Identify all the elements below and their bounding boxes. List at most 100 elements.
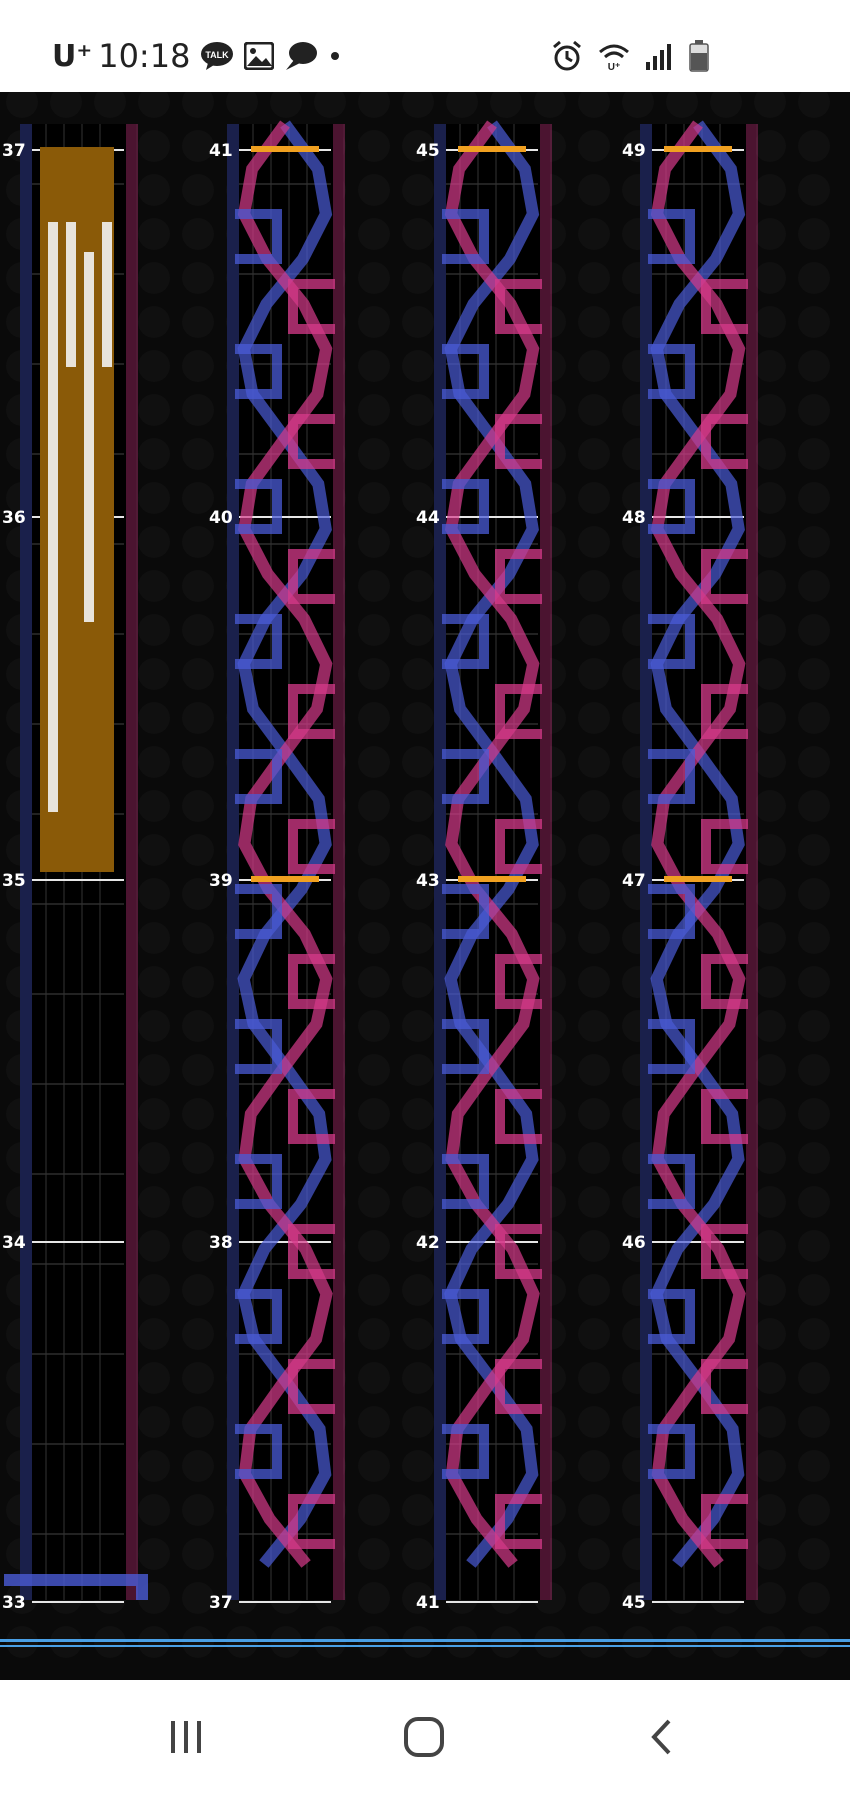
recent-apps-button[interactable]: [141, 1702, 231, 1772]
accent-marker: [251, 146, 319, 152]
bg-hex: [182, 350, 214, 382]
bg-hex: [138, 1318, 170, 1350]
bg-hex: [578, 1010, 610, 1042]
bg-hex: [578, 1362, 610, 1394]
bg-hex: [798, 174, 830, 206]
bg-hex: [138, 1098, 170, 1130]
bg-hex: [138, 746, 170, 778]
bg-hex: [402, 526, 434, 558]
bg-hex: [138, 92, 170, 118]
svg-text:TALK: TALK: [206, 50, 230, 60]
bg-hex: [94, 92, 126, 118]
bg-hex: [754, 1230, 786, 1262]
back-button[interactable]: [617, 1702, 707, 1772]
navigation-bar: [0, 1680, 850, 1795]
battery-icon: [688, 40, 710, 72]
bg-hex: [402, 1362, 434, 1394]
bg-hex: [358, 1186, 390, 1218]
home-button[interactable]: [379, 1702, 469, 1772]
bg-hex: [182, 1538, 214, 1570]
bg-hex: [754, 1318, 786, 1350]
bg-hex: [138, 570, 170, 602]
bg-hex: [138, 1054, 170, 1086]
bg-hex: [798, 1230, 830, 1262]
bg-hex: [182, 1318, 214, 1350]
bg-hex: [182, 658, 214, 690]
bg-hex: [578, 1582, 610, 1614]
bg-hex: [578, 1274, 610, 1306]
bg-hex: [358, 350, 390, 382]
carrier-label: U⁺: [52, 38, 93, 74]
home-icon: [404, 1717, 444, 1757]
bg-hex: [754, 1274, 786, 1306]
bg-hex: [358, 1098, 390, 1130]
bg-hex: [402, 790, 434, 822]
bg-hex: [138, 306, 170, 338]
bg-hex: [798, 790, 830, 822]
bg-hex: [138, 218, 170, 250]
bg-hex: [358, 1010, 390, 1042]
bg-hex: [402, 1054, 434, 1086]
bg-hex: [182, 1186, 214, 1218]
bg-hex: [578, 658, 610, 690]
bg-hex: [358, 790, 390, 822]
bg-hex: [182, 834, 214, 866]
bg-hex: [754, 1494, 786, 1526]
bg-hex: [754, 922, 786, 954]
measure-number: 39: [209, 871, 233, 891]
bg-hex: [358, 1142, 390, 1174]
bg-hex: [798, 1054, 830, 1086]
measure-number: 33: [2, 1593, 26, 1613]
bg-hex: [578, 878, 610, 910]
bg-hex: [402, 1098, 434, 1130]
bg-hex: [358, 834, 390, 866]
bg-hex: [402, 394, 434, 426]
bg-hex: [446, 92, 478, 118]
measure-number: 45: [622, 1593, 646, 1613]
bg-hex: [798, 1582, 830, 1614]
status-right: U⁺: [550, 34, 710, 78]
bg-hex: [798, 1098, 830, 1130]
bg-hex: [578, 1054, 610, 1086]
bg-hex: [754, 702, 786, 734]
bg-hex: [578, 1142, 610, 1174]
bg-hex: [358, 702, 390, 734]
bg-hex: [754, 1186, 786, 1218]
bg-hex: [6, 92, 38, 118]
bg-hex: [182, 570, 214, 602]
talk-icon: TALK: [200, 41, 234, 71]
dot-icon: [328, 49, 342, 63]
bg-hex: [402, 1494, 434, 1526]
bg-hex: [138, 1362, 170, 1394]
status-bar: U⁺ 10:18 TALK U⁺: [0, 0, 850, 92]
bg-hex: [182, 1098, 214, 1130]
bg-hex: [578, 526, 610, 558]
bg-hex: [138, 702, 170, 734]
bg-hex: [182, 174, 214, 206]
bg-hex: [798, 1274, 830, 1306]
bg-hex: [754, 1054, 786, 1086]
bg-hex: [578, 1450, 610, 1482]
bg-hex: [754, 350, 786, 382]
bg-hex: [754, 1450, 786, 1482]
bg-hex: [578, 1494, 610, 1526]
accent-marker: [664, 876, 732, 882]
bg-hex: [798, 1494, 830, 1526]
bg-hex: [534, 92, 566, 118]
bg-hex: [358, 1450, 390, 1482]
bg-hex: [358, 1054, 390, 1086]
bg-hex: [754, 1142, 786, 1174]
bg-hex: [138, 130, 170, 162]
measure-number: 43: [416, 871, 440, 891]
bg-hex: [402, 174, 434, 206]
bg-hex: [578, 1098, 610, 1130]
bg-hex: [798, 834, 830, 866]
bg-hex: [138, 1274, 170, 1306]
bg-hex: [138, 878, 170, 910]
step-chart-view[interactable]: 37 36 35 34 33 41 40 39 38 37 45 44 43 42 41 49 48 47 46 45: [0, 92, 850, 1680]
back-icon: [651, 1719, 671, 1755]
bg-hex: [314, 92, 346, 118]
step-chart-canvas: 37 36 35 34 33 41 40 39 38 37 45 44 43 42 41 49 48 47 46 45: [0, 92, 850, 1658]
bg-hex: [798, 482, 830, 514]
bg-hex: [798, 1142, 830, 1174]
